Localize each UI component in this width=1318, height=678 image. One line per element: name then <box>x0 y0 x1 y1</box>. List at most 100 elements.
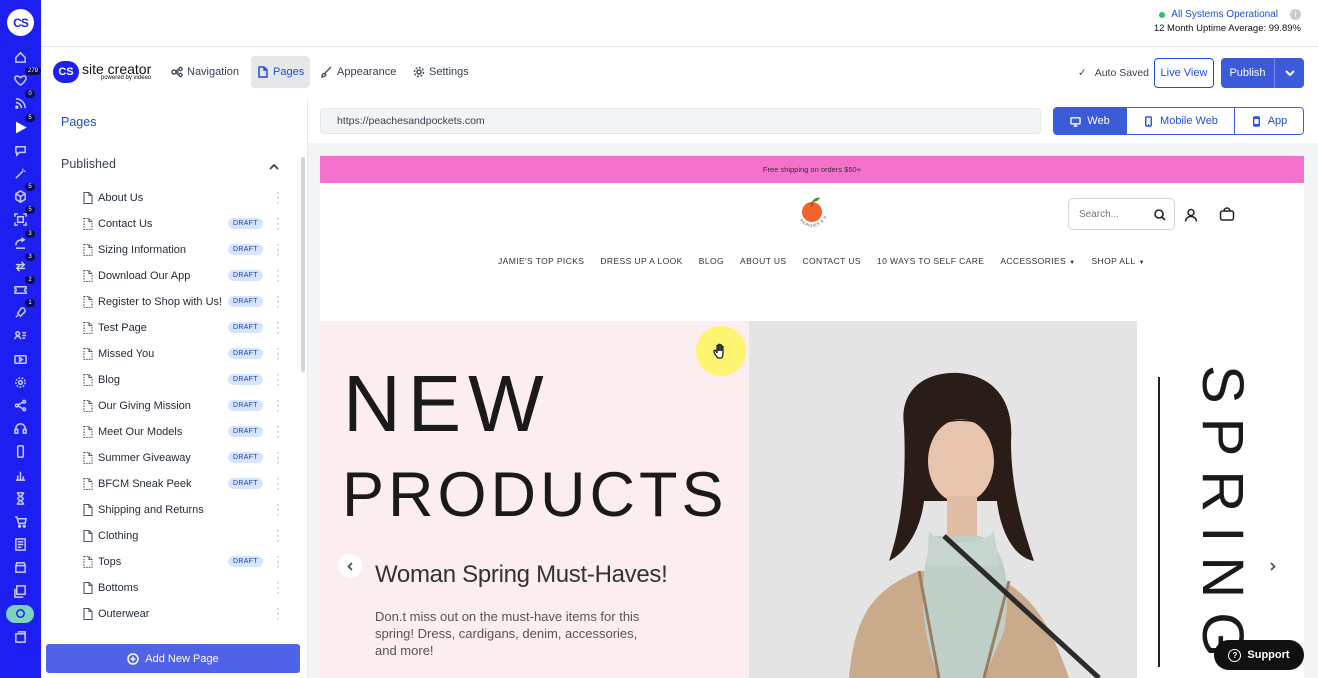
draft-badge: DRAFT <box>228 296 263 307</box>
rss-icon[interactable] <box>13 96 28 111</box>
device-web-button[interactable]: Web <box>1054 108 1127 134</box>
play-icon[interactable] <box>13 120 28 135</box>
peach-logo[interactable]: PEACHES & POCKETS <box>784 190 838 236</box>
support-button[interactable]: ? Support <box>1214 640 1304 670</box>
sidebar-scrollbar[interactable] <box>301 157 305 372</box>
page-item[interactable]: Download Our App DRAFT · · · <box>83 264 283 286</box>
page-item[interactable]: Sizing Information DRAFT · · · <box>83 238 283 260</box>
phone-icon[interactable] <box>13 444 28 459</box>
add-new-page-button[interactable]: Add New Page <box>46 644 300 673</box>
hourglass-icon[interactable] <box>13 491 28 506</box>
share-icon[interactable] <box>13 236 28 251</box>
more-options-icon[interactable]: · · · <box>275 602 281 624</box>
tab-navigation[interactable]: Navigation <box>165 56 245 88</box>
site-nav-item[interactable]: BLOG <box>699 256 724 266</box>
tab-appearance[interactable]: Appearance <box>315 56 402 88</box>
device-app-button[interactable]: App <box>1235 108 1303 134</box>
site-search-input[interactable]: Search... <box>1068 198 1175 230</box>
bag-icon[interactable] <box>1219 207 1235 221</box>
info-icon[interactable]: i <box>1290 9 1301 20</box>
bar-chart-icon[interactable] <box>13 468 28 483</box>
page-item[interactable]: Tops DRAFT · · · <box>83 550 283 572</box>
page-item[interactable]: Bottoms · · · <box>83 576 283 598</box>
page-item[interactable]: Missed You DRAFT · · · <box>83 342 283 364</box>
video-icon[interactable] <box>13 352 28 367</box>
page-item[interactable]: Blog DRAFT · · · <box>83 368 283 390</box>
page-item[interactable]: Test Page DRAFT · · · <box>83 316 283 338</box>
transfer-icon[interactable] <box>13 259 28 274</box>
more-options-icon[interactable]: · · · <box>275 420 281 442</box>
rail-badge: 5 <box>25 113 35 122</box>
layers-icon[interactable] <box>13 584 28 599</box>
more-options-icon[interactable]: · · · <box>275 498 281 520</box>
page-item[interactable]: BFCM Sneak Peek DRAFT · · · <box>83 472 283 494</box>
more-options-icon[interactable]: · · · <box>275 576 281 598</box>
page-item[interactable]: Our Giving Mission DRAFT · · · <box>83 394 283 416</box>
live-view-button[interactable]: Live View <box>1154 58 1214 88</box>
more-options-icon[interactable]: · · · <box>275 472 281 494</box>
page-item[interactable]: Register to Shop with Us! DRAFT · · · <box>83 290 283 312</box>
page-item[interactable]: Outerwear · · · <box>83 602 283 624</box>
site-nav-item[interactable]: DRESS UP A LOOK <box>600 256 682 266</box>
site-nav-item[interactable]: JAMIE'S TOP PICKS <box>498 256 584 266</box>
chevron-up-icon[interactable] <box>269 159 279 170</box>
rocket-icon[interactable] <box>13 305 28 320</box>
page-item[interactable]: About Us · · · <box>83 186 283 208</box>
page-item[interactable]: Summer Giveaway DRAFT · · · <box>83 446 283 468</box>
page-item[interactable]: Clothing · · · <box>83 524 283 546</box>
headset-icon[interactable] <box>13 421 28 436</box>
network-icon[interactable] <box>13 398 28 413</box>
carousel-next-button[interactable] <box>1260 554 1284 578</box>
site-nav-item[interactable]: ABOUT US <box>740 256 787 266</box>
more-options-icon[interactable]: · · · <box>275 290 281 312</box>
site-nav-item[interactable]: CONTACT US <box>803 256 861 266</box>
system-status-text[interactable]: All Systems Operational <box>1171 9 1278 20</box>
more-options-icon[interactable]: · · · <box>275 212 281 234</box>
preview-url-bar[interactable]: https://peachesandpockets.com <box>320 108 1041 134</box>
page-item-label: Missed You <box>98 348 155 360</box>
page-item[interactable]: Contact Us DRAFT · · · <box>83 212 283 234</box>
promo-banner[interactable]: Free shipping on orders $50+ <box>320 156 1304 183</box>
site-nav-item[interactable]: 10 WAYS TO SELF CARE <box>877 256 984 266</box>
app-logo[interactable]: CS <box>7 9 34 36</box>
site-preview[interactable]: Free shipping on orders $50+ PEACHES & P… <box>320 156 1304 678</box>
more-options-icon[interactable]: · · · <box>275 550 281 572</box>
more-options-icon[interactable]: · · · <box>275 342 281 364</box>
store-icon[interactable] <box>13 560 28 575</box>
home-icon[interactable] <box>13 50 28 65</box>
chat-icon[interactable] <box>13 143 28 158</box>
publish-options-button[interactable] <box>1274 58 1304 88</box>
more-options-icon[interactable]: · · · <box>275 264 281 286</box>
page-item[interactable]: Shipping and Returns · · · <box>83 498 283 520</box>
hero-banner[interactable]: NEW PRODUCTS Woman Spring Must-Haves! Do… <box>320 321 1304 678</box>
heart-icon[interactable] <box>13 73 28 88</box>
more-options-icon[interactable]: · · · <box>275 394 281 416</box>
publish-button[interactable]: Publish <box>1221 58 1274 88</box>
tab-settings[interactable]: Settings <box>407 56 475 88</box>
more-options-icon[interactable]: · · · <box>275 186 281 208</box>
more-options-icon[interactable]: · · · <box>275 238 281 260</box>
list-icon[interactable] <box>13 537 28 552</box>
device-mobile-web-button[interactable]: Mobile Web <box>1127 108 1235 134</box>
page-item[interactable]: Meet Our Models DRAFT · · · <box>83 420 283 442</box>
published-section-header[interactable]: Published <box>61 157 116 171</box>
ticket-icon[interactable] <box>13 282 28 297</box>
cube-icon[interactable] <box>13 189 28 204</box>
gear-icon[interactable] <box>13 375 28 390</box>
site-nav-item[interactable]: SHOP ALL ▼ <box>1091 256 1145 266</box>
more-options-icon[interactable]: · · · <box>275 446 281 468</box>
page-item-label: Our Giving Mission <box>98 400 191 412</box>
more-options-icon[interactable]: · · · <box>275 368 281 390</box>
magic-wand-icon[interactable] <box>13 166 28 181</box>
site-nav-item[interactable]: ACCESSORIES ▼ <box>1000 256 1075 266</box>
contacts-icon[interactable] <box>13 328 28 343</box>
site-creator-icon[interactable] <box>6 604 34 623</box>
scan-icon[interactable] <box>13 212 28 227</box>
gallery-icon[interactable] <box>13 630 28 645</box>
more-options-icon[interactable]: · · · <box>275 316 281 338</box>
tab-pages[interactable]: Pages <box>251 56 311 88</box>
more-options-icon[interactable]: · · · <box>275 524 281 546</box>
user-icon[interactable] <box>1184 208 1198 222</box>
carousel-prev-button[interactable] <box>338 554 362 578</box>
cart-icon[interactable] <box>13 514 28 529</box>
